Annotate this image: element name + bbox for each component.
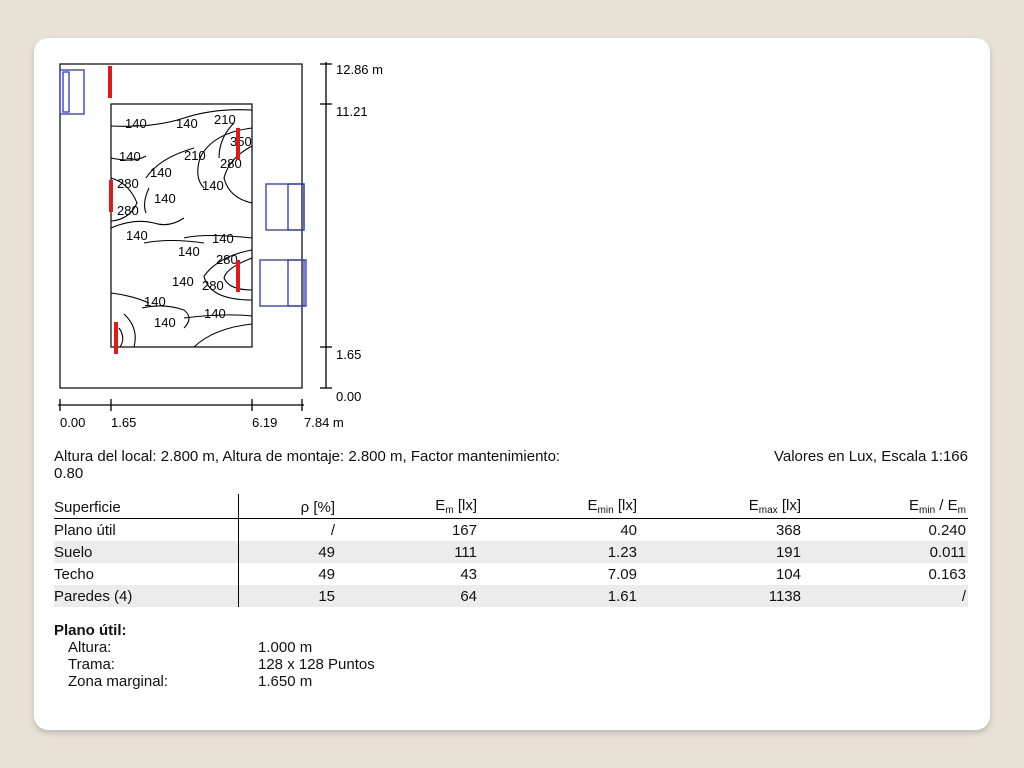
- col-header-em: Em [lx]: [337, 494, 479, 519]
- col-header-emax: Emax [lx]: [639, 494, 803, 519]
- param-value: 1.650 m: [258, 673, 313, 690]
- x-tick-label: 7.84 m: [304, 415, 344, 430]
- contour-label: 140: [154, 191, 176, 206]
- contour-label: 140: [150, 165, 172, 180]
- furniture-icon: [265, 183, 305, 231]
- x-tick-label: 6.19: [252, 415, 277, 430]
- surface-table: Superficie ρ [%] Em [lx] Emin [lx] Emax …: [54, 494, 968, 607]
- y-tick-label: 1.65: [336, 347, 361, 362]
- furniture: [59, 69, 307, 307]
- param-value: 1.000 m: [258, 639, 313, 656]
- work-plane-params: Plano útil: Altura: 1.000 m Trama: 128 x…: [54, 622, 375, 690]
- params-title: Plano útil:: [54, 622, 127, 639]
- col-header-reflectance: ρ [%]: [238, 494, 337, 519]
- contour-label: 140: [154, 315, 176, 330]
- contour-label: 140: [178, 244, 200, 259]
- table-row: Techo 49 43 7.09 104 0.163: [54, 563, 968, 585]
- param-row: Altura: 1.000 m: [54, 639, 375, 656]
- report-card: 140 140 210 350 140 210 280 280 140 140 …: [34, 38, 990, 730]
- contour-label: 280: [117, 176, 139, 191]
- luminaire-icon: [109, 180, 113, 212]
- x-tick-label: 0.00: [60, 415, 85, 430]
- param-row: Trama: 128 x 128 Puntos: [54, 656, 375, 673]
- y-scale: [320, 62, 332, 389]
- luminaire-icon: [236, 128, 240, 160]
- units-scale-text: Valores en Lux, Escala 1:166: [773, 448, 968, 465]
- param-label: Zona marginal:: [68, 673, 169, 690]
- contour-label: 280: [202, 278, 224, 293]
- y-scale-labels: 12.86 m 11.21 1.65 0.00: [336, 62, 383, 404]
- contour-label: 140: [202, 178, 224, 193]
- y-tick-label: 12.86 m: [336, 62, 383, 77]
- contour-label: 140: [176, 116, 198, 131]
- param-row: Zona marginal: 1.650 m: [54, 673, 375, 690]
- contour-label: 210: [214, 112, 236, 127]
- contour-label: 350: [230, 134, 252, 149]
- contour-label: 140: [144, 294, 166, 309]
- floor-plan: 140 140 210 350 140 210 280 280 140 140 …: [58, 62, 383, 430]
- contour-label: 140: [119, 149, 141, 164]
- param-label: Trama:: [68, 656, 115, 673]
- table-header-row: Superficie ρ [%] Em [lx] Emin [lx] Emax …: [54, 494, 968, 519]
- y-tick-label: 11.21: [336, 104, 368, 119]
- furniture-icon: [259, 259, 307, 307]
- contour-label: 140: [204, 306, 226, 321]
- x-scale-labels: 0.00 1.65 6.19 7.84 m: [60, 415, 344, 430]
- contour-label: 210: [184, 148, 206, 163]
- col-header-surface: Superficie: [54, 494, 239, 519]
- contour-label: 140: [212, 231, 234, 246]
- contour-label: 280: [117, 203, 139, 218]
- col-header-uniformity: Emin / Em: [803, 494, 968, 519]
- room-parameters-text: Altura del local: 2.800 m, Altura de mon…: [54, 448, 561, 482]
- table-row: Paredes (4) 15 64 1.61 1138 /: [54, 585, 968, 607]
- y-tick-label: 0.00: [336, 389, 361, 404]
- contour-label: 140: [125, 116, 147, 131]
- param-label: Altura:: [68, 639, 112, 656]
- param-value: 128 x 128 Puntos: [258, 656, 375, 673]
- contour-label: 280: [216, 252, 238, 267]
- x-scale: [58, 399, 304, 411]
- contour-label: 140: [126, 228, 148, 243]
- col-header-emin: Emin [lx]: [479, 494, 639, 519]
- contour-label: 140: [172, 274, 194, 289]
- luminaire-icon: [108, 66, 112, 98]
- luminaire-icon: [114, 322, 118, 354]
- table-row: Suelo 49 111 1.23 191 0.011: [54, 541, 968, 563]
- luminaire-icon: [236, 260, 240, 292]
- x-tick-label: 1.65: [111, 415, 136, 430]
- table-row: Plano útil / 167 40 368 0.240: [54, 518, 968, 541]
